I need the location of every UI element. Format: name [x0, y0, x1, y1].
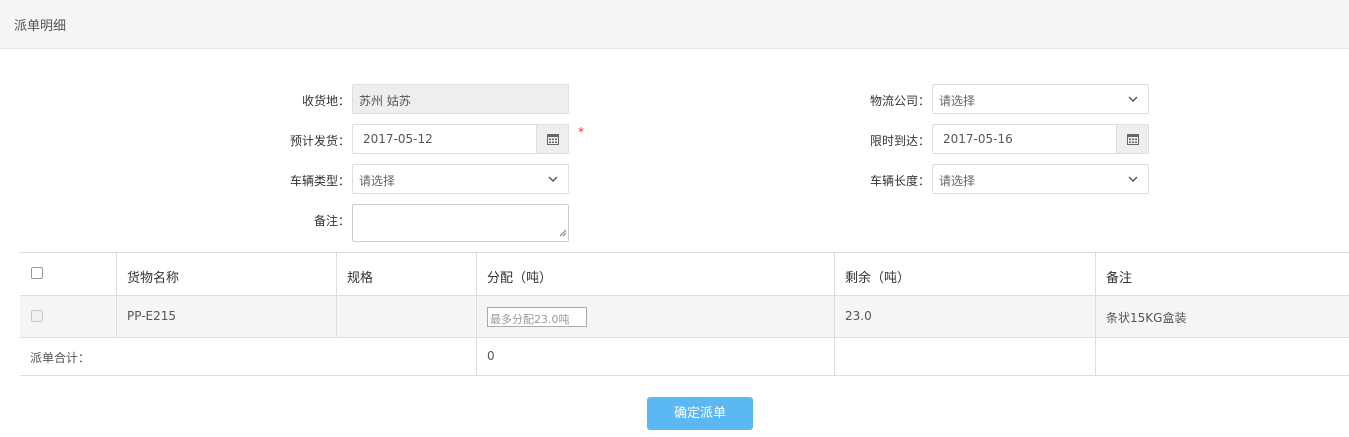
header-cell: 剩余（吨）: [835, 253, 1096, 295]
planned-ship-label: 预计发货：: [289, 134, 350, 148]
vehicle-type-select[interactable]: 请选择: [352, 164, 569, 194]
header-remaining: 剩余（吨）: [845, 271, 911, 286]
remaining-value: 23.0: [845, 309, 872, 323]
spec-cell: [337, 296, 477, 337]
total-label-cell: 派单合计：: [20, 338, 477, 375]
table-total-row: 派单合计： 0: [20, 338, 1349, 376]
cargo-note: 条状15KG盒装: [1106, 311, 1187, 325]
header-cell: 货物名称: [117, 253, 337, 295]
remark-label: 备注：: [313, 214, 350, 228]
remaining-cell: 23.0: [835, 296, 1096, 337]
total-value: 0: [487, 349, 495, 363]
note-cell: 条状15KG盒装: [1096, 296, 1349, 337]
deadline-label: 限时到达：: [869, 134, 930, 148]
required-mark: *: [578, 125, 584, 139]
page-title: 派单明细: [14, 19, 67, 34]
header-allocation: 分配（吨）: [487, 271, 553, 286]
allocation-cell: 最多分配23.0吨: [477, 296, 835, 337]
planned-ship-date-input[interactable]: 2017-05-12: [352, 124, 569, 154]
chevron-down-icon: [1127, 92, 1139, 106]
header-select-cell: [20, 253, 117, 295]
calendar-icon[interactable]: [536, 125, 568, 153]
header-note: 备注: [1106, 271, 1133, 286]
logistics-company-select[interactable]: 请选择: [932, 84, 1149, 114]
chevron-down-icon: [547, 172, 559, 186]
resize-handle-icon[interactable]: [559, 226, 567, 240]
header-cell: 规格: [337, 253, 477, 295]
total-empty-cell: [1096, 338, 1349, 375]
row-checkbox[interactable]: [31, 310, 43, 322]
destination-field: 苏州 姑苏: [352, 84, 569, 114]
table-row: PP-E215 最多分配23.0吨 23.0 条状15KG盒装: [20, 296, 1349, 338]
destination-label: 收货地：: [301, 94, 350, 108]
vehicle-type-placeholder: 请选择: [359, 174, 396, 188]
destination-value: 苏州 姑苏: [359, 94, 411, 108]
header-spec: 规格: [347, 271, 374, 286]
header-cargo-name: 货物名称: [127, 271, 180, 286]
header-cell: 分配（吨）: [477, 253, 835, 295]
allocation-input[interactable]: 最多分配23.0吨: [487, 307, 587, 327]
page-header: 派单明细: [0, 0, 1349, 49]
vehicle-length-select[interactable]: 请选择: [932, 164, 1149, 194]
row-select-cell: [20, 296, 117, 337]
deadline-date-input[interactable]: 2017-05-16: [932, 124, 1149, 154]
cargo-name-cell: PP-E215: [117, 296, 337, 337]
vehicle-type-label: 车辆类型：: [289, 174, 350, 188]
logistics-company-label: 物流公司：: [869, 94, 930, 108]
chevron-down-icon: [1127, 172, 1139, 186]
planned-ship-value: 2017-05-12: [363, 132, 433, 146]
logistics-company-placeholder: 请选择: [939, 94, 976, 108]
table-header-row: 货物名称 规格 分配（吨） 剩余（吨） 备注: [20, 253, 1349, 296]
remark-textarea[interactable]: [352, 204, 569, 242]
vehicle-length-placeholder: 请选择: [939, 174, 976, 188]
select-all-checkbox[interactable]: [31, 267, 43, 279]
cargo-name: PP-E215: [127, 309, 177, 323]
deadline-value: 2017-05-16: [943, 132, 1013, 146]
calendar-icon[interactable]: [1116, 125, 1148, 153]
total-empty-cell: [835, 338, 1096, 375]
header-cell: 备注: [1096, 253, 1349, 295]
confirm-dispatch-button[interactable]: 确定派单: [647, 397, 753, 430]
cargo-table: 货物名称 规格 分配（吨） 剩余（吨） 备注 PP-E215 最多分配23.0吨: [19, 252, 1349, 376]
allocation-placeholder: 最多分配23.0吨: [490, 313, 570, 326]
total-label: 派单合计：: [30, 351, 91, 365]
vehicle-length-label: 车辆长度：: [869, 174, 930, 188]
total-value-cell: 0: [477, 338, 835, 375]
